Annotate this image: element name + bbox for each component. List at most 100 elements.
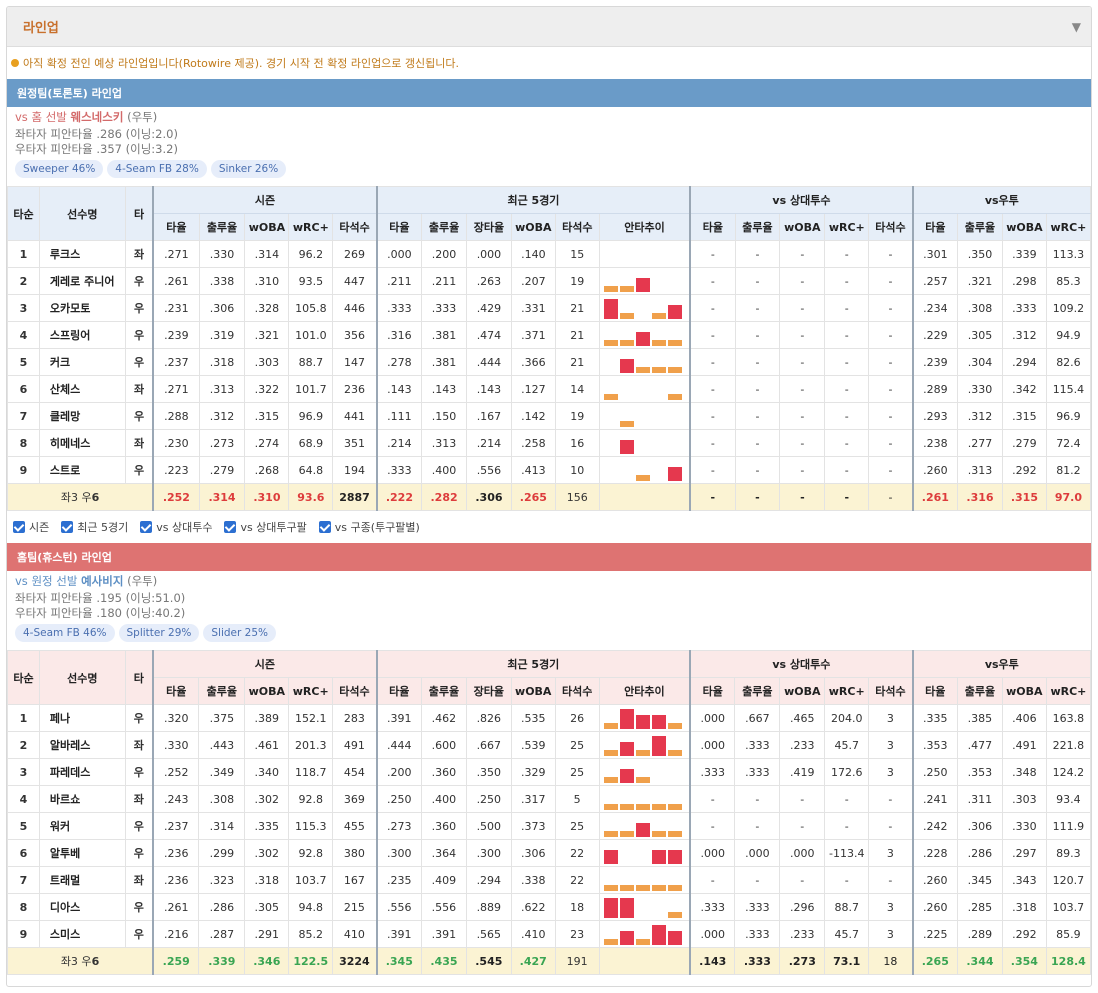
home-pitcher-name[interactable]: 예사비지 [81, 574, 123, 588]
stat-col-header[interactable]: wOBA [510, 213, 556, 241]
player-name[interactable]: 루크스 [38, 240, 126, 268]
col-order-header[interactable]: 타순 [7, 650, 40, 705]
stat-col-header[interactable]: wRC+ [824, 677, 870, 705]
stat-col-header[interactable]: wOBA [244, 677, 290, 705]
player-name[interactable]: 알투베 [38, 839, 126, 867]
player-name[interactable]: 바르쇼 [38, 785, 126, 813]
filter-checkbox[interactable]: vs 구종(투구팔별) [318, 519, 420, 535]
stat-col-header[interactable]: 타석수 [868, 213, 914, 241]
stat-col-header[interactable]: wRC+ [288, 213, 334, 241]
table-row[interactable]: 6 산체스 좌 .271.313.322 101.7 236.143.143.143.12… [7, 375, 1091, 403]
table-row[interactable]: 3 오카모토 우 .231.306.328 105.8 446.333.333.429.3… [7, 294, 1091, 322]
player-name[interactable]: 페나 [38, 704, 126, 732]
group-recent-header[interactable]: 최근 5경기 [375, 650, 691, 678]
table-row[interactable]: 3 파레데스 우 .252.349.340 118.7 454.200.360.350.3… [7, 758, 1091, 786]
player-name[interactable]: 오카모토 [38, 294, 126, 322]
stat-col-header[interactable]: 출루율 [421, 213, 467, 241]
checkbox-checked-icon[interactable] [13, 521, 25, 533]
stat-col-header[interactable]: 출루율 [734, 213, 781, 241]
group-vspitcher-header[interactable]: vs 상대투수 [689, 186, 914, 214]
stat-col-header[interactable]: wOBA [1001, 213, 1047, 241]
stat-col-header[interactable]: 출루율 [198, 213, 246, 241]
col-name-header[interactable]: 선수명 [38, 186, 126, 241]
player-name[interactable]: 게레로 주니어 [38, 267, 126, 295]
table-row[interactable]: 1 루크스 좌 .271.330.314 96.2 269.000.200.000.140… [7, 240, 1091, 268]
group-recent-header[interactable]: 최근 5경기 [375, 186, 691, 214]
filter-checkbox[interactable]: vs 상대투구팔 [224, 519, 307, 535]
stat-col-header[interactable]: 타석수 [332, 677, 378, 705]
player-name[interactable]: 스프링어 [38, 321, 126, 349]
group-season-header[interactable]: 시즌 [152, 186, 378, 214]
stat-col-header[interactable]: 타석수 [868, 677, 914, 705]
stat-col-header[interactable]: 타석수 [332, 213, 378, 241]
player-name[interactable]: 워커 [38, 812, 126, 840]
checkbox-checked-icon[interactable] [318, 521, 331, 533]
checkbox-checked-icon[interactable] [140, 521, 153, 533]
checkbox-checked-icon[interactable] [61, 521, 74, 533]
player-name[interactable]: 스트로 [38, 456, 126, 484]
stat-col-header[interactable]: 장타율 [465, 677, 512, 705]
stat-col-header[interactable]: 안타추이 [598, 213, 691, 241]
stat-col-header[interactable]: 출루율 [957, 213, 1003, 241]
filter-checkbox[interactable]: 최근 5경기 [61, 519, 128, 535]
col-hand-header[interactable]: 타 [124, 650, 154, 705]
table-row[interactable]: 2 알바레스 좌 .330.443.461 201.3 491.444.600.667.5… [7, 731, 1091, 759]
group-vshand-header[interactable]: vs우투 [911, 650, 1091, 678]
stat-col-header[interactable]: 타율 [911, 677, 958, 705]
table-row[interactable]: 9 스미스 우 .216.287.291 85.2 410.391.391.565.410… [7, 920, 1091, 948]
stat-col-header[interactable]: 타율 [375, 213, 423, 241]
home-table-wrap[interactable]: 타순 선수명 타 시즌 최근 5경기 vs 상대투수 vs우투 타율 출루율 wOBA wRC+ 타석… [7, 650, 1091, 975]
panel-header[interactable]: 라인업 ▼ [7, 7, 1091, 47]
table-row[interactable]: 1 페나 우 .320.375.389 152.1 283.391.462.826.535… [7, 704, 1091, 732]
col-name-header[interactable]: 선수명 [38, 650, 126, 705]
stat-col-header[interactable]: wOBA [779, 213, 826, 241]
table-row[interactable]: 9 스트로 우 .223.279.268 64.8 194.333.400.556.413… [7, 456, 1091, 484]
stat-col-header[interactable]: 타율 [689, 213, 736, 241]
stat-col-header[interactable]: wRC+ [1045, 213, 1091, 241]
group-vshand-header[interactable]: vs우투 [911, 186, 1091, 214]
stat-col-header[interactable]: wOBA [1001, 677, 1047, 705]
stat-col-header[interactable]: 타석수 [554, 677, 600, 705]
player-name[interactable]: 디아스 [38, 893, 126, 921]
stat-col-header[interactable]: 출루율 [734, 677, 781, 705]
filter-checkbox[interactable]: vs 상대투수 [140, 519, 212, 535]
table-row[interactable]: 8 히메네스 좌 .230.273.274 68.9 351.214.313.214.25… [7, 429, 1091, 457]
table-row[interactable]: 4 스프링어 우 .239.319.321 101.0 356.316.381.474.3… [7, 321, 1091, 349]
player-name[interactable]: 클레망 [38, 402, 126, 430]
stat-col-header[interactable]: wOBA [244, 213, 290, 241]
group-season-header[interactable]: 시즌 [152, 650, 378, 678]
stat-col-header[interactable]: 안타추이 [598, 677, 691, 705]
group-vspitcher-header[interactable]: vs 상대투수 [689, 650, 914, 678]
col-order-header[interactable]: 타순 [7, 186, 40, 241]
table-row[interactable]: 2 게레로 주니어 우 .261.338.310 93.5 447.211.211.263… [7, 267, 1091, 295]
table-row[interactable]: 8 디아스 우 .261.286.305 94.8 215.556.556.889.622… [7, 893, 1091, 921]
player-name[interactable]: 히메네스 [38, 429, 126, 457]
stat-col-header[interactable]: 출루율 [198, 677, 246, 705]
table-row[interactable]: 5 워커 우 .237.314.335 115.3 455.273.360.500.373… [7, 812, 1091, 840]
stat-col-header[interactable]: 타율 [375, 677, 422, 705]
checkbox-checked-icon[interactable] [224, 521, 237, 533]
table-row[interactable]: 5 커크 우 .237.318.303 88.7 147.278.381.444.366 2… [7, 348, 1091, 376]
table-row[interactable]: 4 바르쇼 좌 .243.308.302 92.8 369.250.400.250.317… [7, 785, 1091, 813]
table-row[interactable]: 7 트래멀 좌 .236.323.318 103.7 167.235.409.294.33… [7, 866, 1091, 894]
collapse-arrow-icon[interactable]: ▼ [1072, 20, 1081, 34]
player-name[interactable]: 트래멀 [38, 866, 126, 894]
stat-col-header[interactable]: wRC+ [824, 213, 870, 241]
stat-col-header[interactable]: 타석수 [554, 213, 600, 241]
stat-col-header[interactable]: 타율 [689, 677, 736, 705]
filter-checkbox[interactable]: 시즌 [13, 519, 49, 535]
away-table-wrap[interactable]: 타순 선수명 타 시즌 최근 5경기 vs 상대투수 vs우투 타율 출루율 wOBA wRC+ 타석… [7, 186, 1091, 511]
stat-col-header[interactable]: 출루율 [956, 677, 1003, 705]
player-name[interactable]: 파레데스 [38, 758, 126, 786]
stat-col-header[interactable]: wOBA [510, 677, 556, 705]
stat-col-header[interactable]: 타율 [152, 677, 200, 705]
player-name[interactable]: 커크 [38, 348, 126, 376]
stat-col-header[interactable]: 타율 [152, 213, 200, 241]
stat-col-header[interactable]: 타율 [911, 213, 959, 241]
away-pitcher-name[interactable]: 웨스네스키 [71, 110, 124, 124]
player-name[interactable]: 알바레스 [38, 731, 126, 759]
stat-col-header[interactable]: 출루율 [420, 677, 467, 705]
stat-col-header[interactable]: wRC+ [288, 677, 334, 705]
col-hand-header[interactable]: 타 [124, 186, 154, 241]
player-name[interactable]: 스미스 [38, 920, 126, 948]
